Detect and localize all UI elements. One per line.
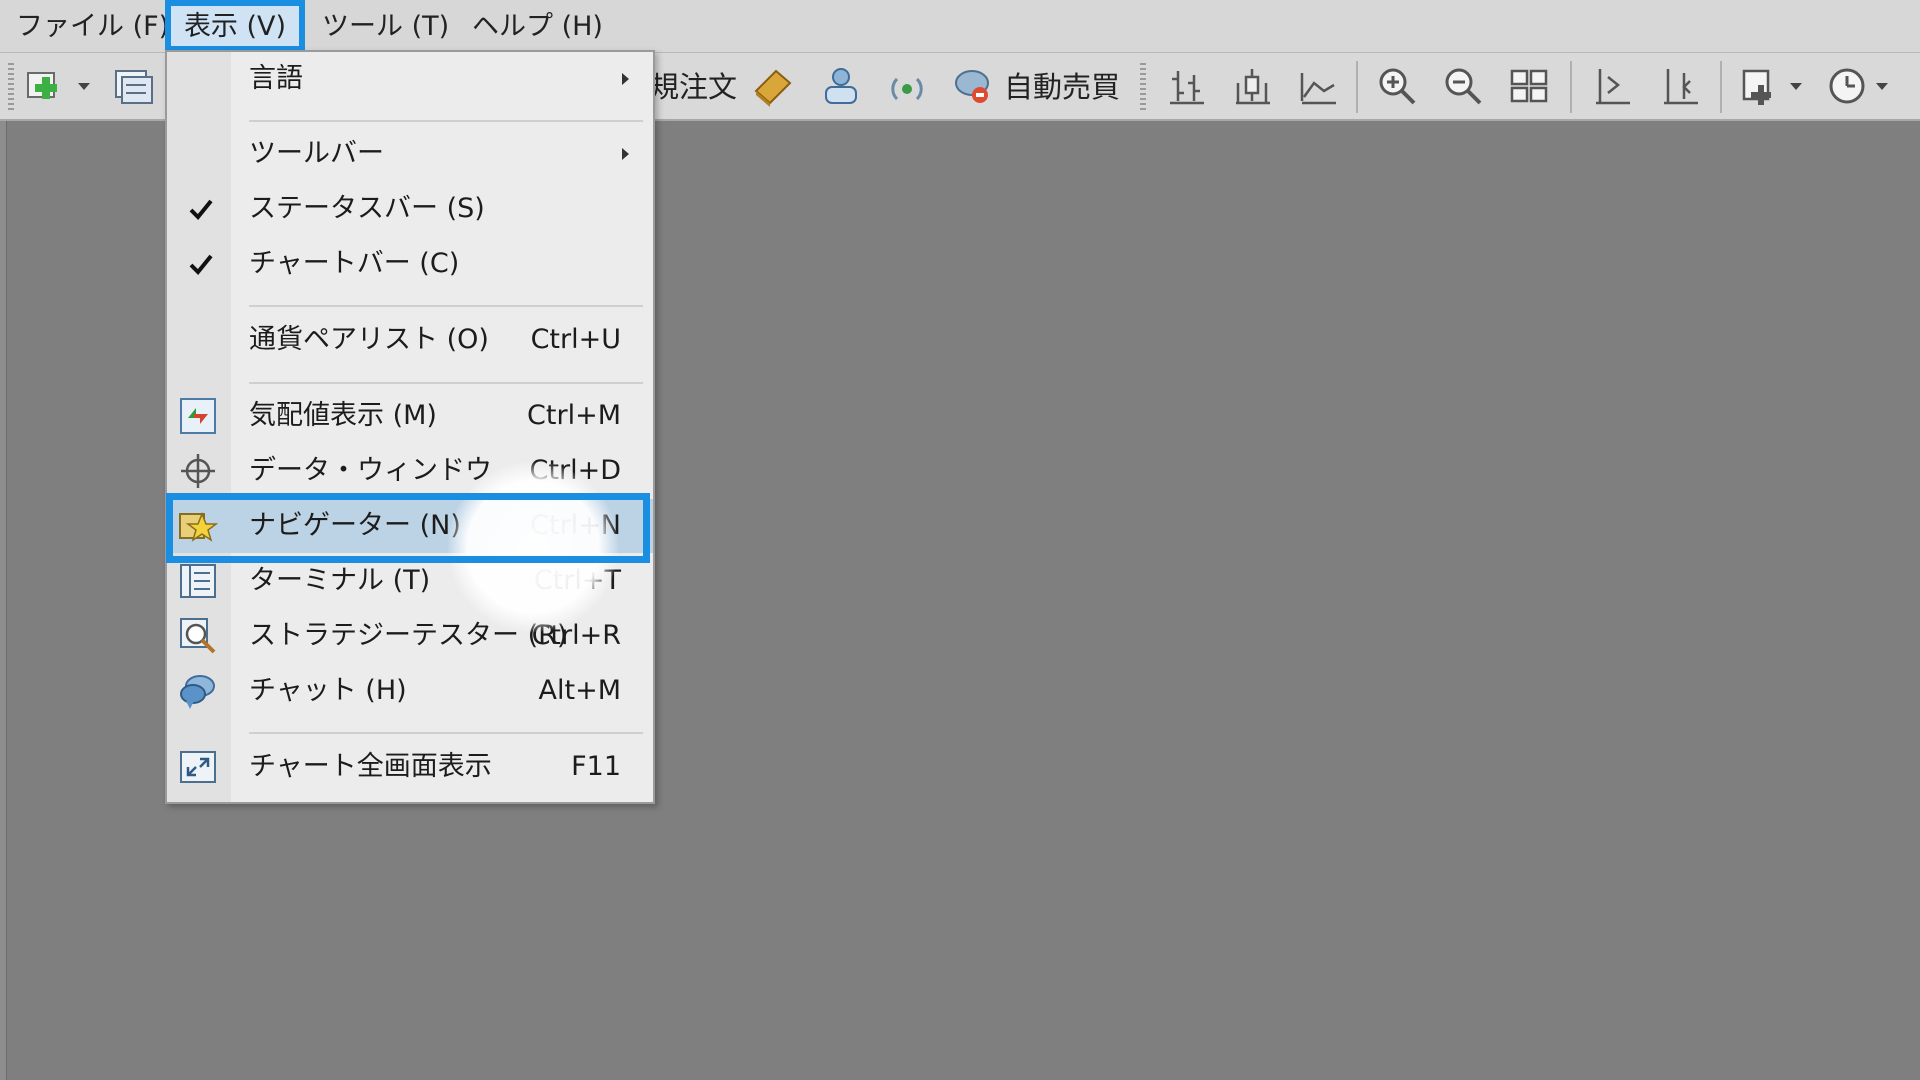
candlestick-icon[interactable] [1230,63,1276,109]
auto-trading-icon[interactable] [950,63,996,109]
menu-item-terminal[interactable]: ターミナル (T) Ctrl+T [167,554,653,608]
chevron-down-icon[interactable] [1790,83,1802,90]
menu-item-navigator[interactable]: ナビゲーター (N) Ctrl+N [167,499,653,553]
menu-item-label: チャートバー (C) [249,248,460,279]
line-chart-icon[interactable] [1296,63,1342,109]
menu-separator [249,305,643,307]
toolbar-separator [1720,61,1722,113]
menu-separator [249,732,643,734]
tile-windows-icon[interactable] [1506,63,1552,109]
menu-item-shortcut: Alt+M [538,675,621,706]
menu-item-symbols[interactable]: 通貨ペアリスト (O) Ctrl+U [167,313,653,367]
menu-item-chat[interactable]: チャット (H) Alt+M [167,664,653,718]
terminal-icon [178,561,218,601]
submenu-arrow-icon [622,73,629,85]
toolbar-separator [1570,61,1572,113]
toolbar-separator [1356,61,1358,113]
menu-item-label: 気配値表示 (M) [249,400,437,431]
checkmark-icon [187,194,215,224]
book-icon[interactable] [750,63,796,109]
menu-item-label: 言語 [249,63,303,94]
submenu-arrow-icon [622,148,629,160]
menu-item-shortcut: F11 [571,751,621,782]
crosshair-icon [178,451,218,491]
workspace-left-edge [0,121,7,1080]
new-chart-icon[interactable] [24,63,70,109]
menu-item-label: ステータスバー (S) [249,193,485,224]
indicators-icon[interactable] [1738,63,1784,109]
menu-help[interactable]: ヘルプ (H) [458,0,617,52]
menu-item-label: ストラテジーテスター (R) [249,620,568,651]
signal-icon[interactable] [884,63,930,109]
view-menu-dropdown: 言語 ツールバー ステータスバー (S) チャートバー (C) 通貨ペアリスト … [165,50,655,804]
autoscroll-icon[interactable] [1658,63,1704,109]
menu-separator [249,382,643,384]
new-order-label[interactable]: 規注文 [650,65,737,109]
menu-item-shortcut: Ctrl+T [533,565,621,596]
menu-separator [249,120,643,122]
menu-item-fullscreen[interactable]: チャート全画面表示 F11 [167,740,653,794]
fullscreen-icon [178,747,218,787]
menu-item-shortcut: Ctrl+U [530,324,621,355]
zoom-out-icon[interactable] [1440,63,1486,109]
navigator-star-icon [178,506,218,546]
menu-file[interactable]: ファイル (F) [2,0,183,52]
menu-item-chart-bar[interactable]: チャートバー (C) [167,237,653,291]
menu-item-strategy-tester[interactable]: ストラテジーテスター (R) Ctrl+R [167,609,653,663]
menu-item-label: ツールバー [249,138,384,169]
market-watch-icon [178,396,218,436]
menu-item-status-bar[interactable]: ステータスバー (S) [167,182,653,236]
toolbar-grip[interactable] [8,63,14,111]
chevron-down-icon[interactable] [1876,83,1888,90]
more-icon[interactable] [1910,63,1920,109]
menu-tools[interactable]: ツール (T) [308,0,463,52]
bar-chart-icon[interactable] [1164,63,1210,109]
toolbar-grip-2[interactable] [1140,63,1146,111]
menu-item-label: ナビゲーター (N) [249,510,461,541]
checkmark-icon [187,249,215,279]
periods-clock-icon[interactable] [1824,63,1870,109]
menu-item-market-watch[interactable]: 気配値表示 (M) Ctrl+M [167,389,653,443]
menu-item-shortcut: Ctrl+M [527,400,621,431]
menu-view[interactable]: 表示 (V) [165,0,305,52]
menu-item-data-window[interactable]: データ・ウィンドウ Ctrl+D [167,444,653,498]
account-icon[interactable] [818,63,864,109]
menu-item-language[interactable]: 言語 [167,52,653,106]
menu-item-shortcut: Ctrl+N [530,510,621,541]
menu-item-toolbars[interactable]: ツールバー [167,127,653,181]
menu-item-label: チャット (H) [249,675,407,706]
strategy-tester-icon [178,616,218,656]
menu-item-shortcut: Ctrl+R [531,620,621,651]
menu-item-label: チャート全画面表示 [249,751,492,782]
zoom-in-icon[interactable] [1374,63,1420,109]
menu-item-label: データ・ウィンドウ [249,455,492,486]
auto-trading-label[interactable]: 自動売買 [1004,65,1120,109]
profiles-icon[interactable] [110,63,156,109]
chart-shift-icon[interactable] [1590,63,1636,109]
chevron-down-icon[interactable] [78,83,90,90]
menu-item-label: 通貨ペアリスト (O) [249,324,489,355]
menu-item-shortcut: Ctrl+D [529,455,621,486]
menu-bar: ファイル (F) 表示 (V) ツール (T) ヘルプ (H) [0,0,1920,53]
menu-item-label: ターミナル (T) [249,565,431,596]
chat-bubble-icon [178,671,218,711]
